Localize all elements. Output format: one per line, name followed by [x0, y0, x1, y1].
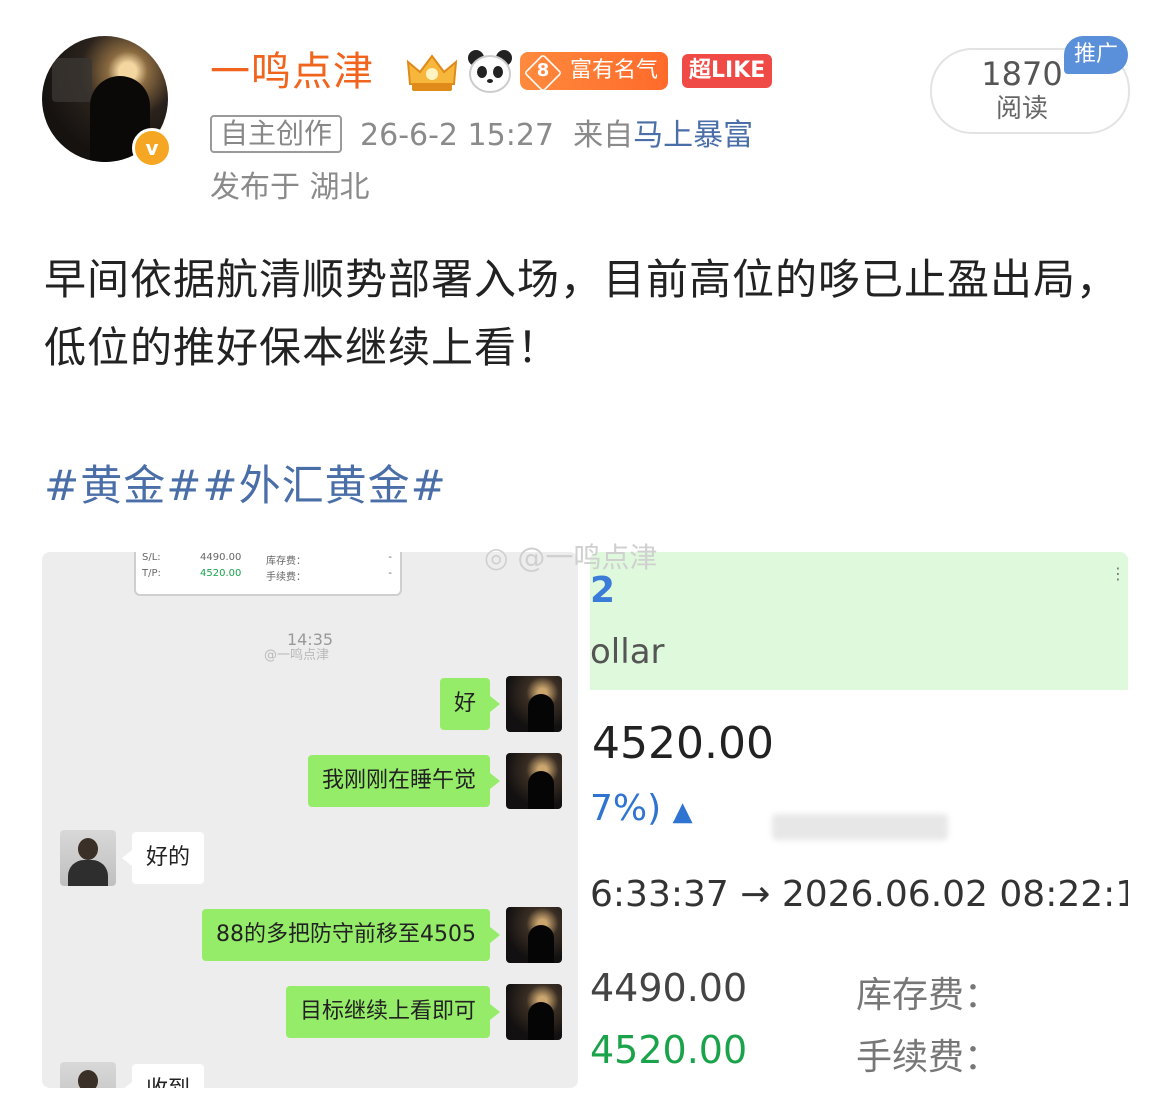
time-range: 6:33:37 → 2026.06.02 08:22:1 — [590, 874, 1128, 915]
chat-avatar — [506, 676, 562, 732]
currency-label: ollar — [590, 632, 665, 672]
fee-label: 手续费： — [856, 1037, 1001, 1078]
chat-avatar — [60, 830, 116, 886]
swap-label: 库存费： — [856, 975, 1001, 1016]
post-location: 发布于 湖北 — [210, 170, 370, 205]
panda-badge-icon — [468, 50, 512, 93]
watermark-weibo: ◎ @一鸣点津 — [484, 541, 658, 574]
chat-avatar — [506, 907, 562, 963]
blurred-info — [772, 814, 948, 840]
post-time: 26-6-2 15:27 — [360, 118, 555, 153]
crown-badge-icon — [406, 54, 458, 91]
take-profit: 4520.00 — [590, 1028, 748, 1072]
fame-level: 8 — [536, 60, 550, 81]
chat-avatar — [506, 984, 562, 1040]
chat-bubble: 目标继续上看即可 — [285, 986, 501, 1038]
current-price: 4520.00 — [592, 718, 774, 769]
fame-badge-label: 富有名气 — [570, 58, 659, 83]
watermark: @一鸣点津 — [264, 648, 330, 663]
post-meta: 自主创作 26-6-2 15:27 来自马上暴富 — [210, 114, 753, 158]
stop-loss: 4490.00 — [590, 966, 748, 1010]
username[interactable]: 一鸣点津 — [210, 44, 374, 100]
chat-bubble: 好 — [439, 678, 501, 730]
chat-screenshot-image[interactable]: S/L: 4490.00 库存费： - T/P: 4520.00 手续费： - … — [42, 552, 578, 1088]
order-code: 2 — [590, 570, 616, 611]
change-percent: 7%) ▲ — [590, 788, 693, 829]
hashtags[interactable]: #黄金##外汇黄金# — [44, 456, 447, 516]
chevron-up-icon: ▲ — [672, 797, 693, 827]
chat-avatar — [506, 753, 562, 809]
order-card-snippet: S/L: 4490.00 库存费： - T/P: 4520.00 手续费： - — [134, 552, 402, 596]
chat-bubble: 我刚刚在睡午觉 — [307, 755, 501, 807]
order-detail-image[interactable]: 2 ⋮ ollar 4520.00 7%) ▲ 6:33:37 → 2026.0… — [590, 552, 1128, 1088]
post-text: 早间依据航清顺势部署入场，目前高位的哆已止盈出局，低位的推好保本继续上看！ — [44, 255, 1120, 372]
source-prefix: 来自 — [573, 118, 634, 153]
weibo-icon: ◎ — [484, 541, 509, 574]
chat-bubble: 88的多把防守前移至4505 — [202, 909, 500, 961]
fame-badge: 8 富有名气 — [520, 52, 669, 93]
menu-icon: ⋮ — [1110, 564, 1126, 583]
chat-bubble: 好的 — [121, 832, 205, 884]
original-tag: 自主创作 — [210, 115, 343, 153]
chat-bubble: 收到 — [121, 1064, 205, 1088]
read-label: 阅读 — [995, 94, 1048, 124]
chat-avatar — [60, 1062, 116, 1088]
promote-badge[interactable]: 推广 — [1064, 36, 1128, 74]
verified-badge-icon: v — [132, 128, 172, 168]
source-link[interactable]: 马上暴富 — [633, 118, 753, 153]
super-like-badge: 超LIKE — [682, 54, 773, 88]
